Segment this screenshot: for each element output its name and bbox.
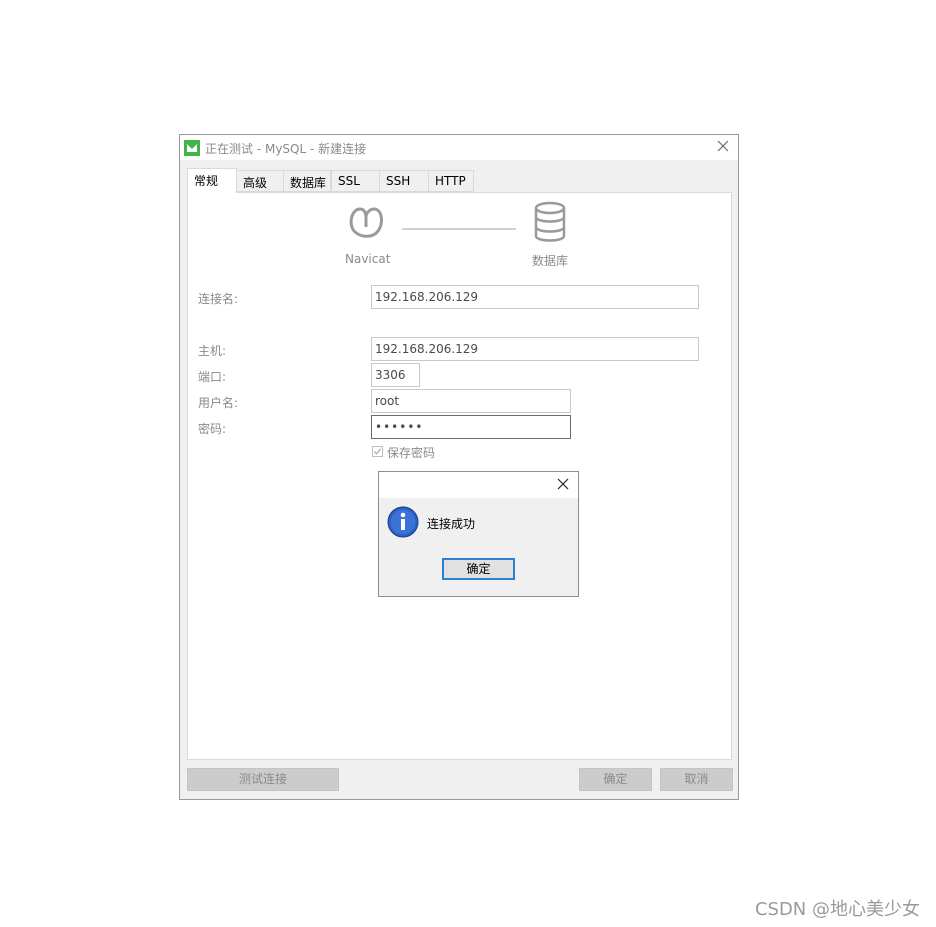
username-input[interactable]: root xyxy=(371,389,571,413)
tab-advanced[interactable]: 高级 xyxy=(236,170,284,192)
info-icon xyxy=(387,506,419,538)
navicat-app-icon xyxy=(184,140,200,156)
dialog-title-bar xyxy=(379,472,578,498)
port-input[interactable]: 3306 xyxy=(371,363,420,387)
connection-name-input[interactable]: 192.168.206.129 xyxy=(371,285,699,309)
tab-databases[interactable]: 数据库 xyxy=(283,170,331,192)
tab-ssl[interactable]: SSL xyxy=(331,170,380,192)
title-bar: 正在测试 - MySQL - 新建连接 xyxy=(180,135,738,160)
test-connection-button[interactable]: 测试连接 xyxy=(187,768,339,791)
password-label: 密码: xyxy=(198,422,227,436)
port-label: 端口: xyxy=(198,370,227,384)
dialog-message: 连接成功 xyxy=(427,517,476,531)
connection-name-label: 连接名: xyxy=(198,292,239,306)
database-label: 数据库 xyxy=(532,254,569,268)
host-input[interactable]: 192.168.206.129 xyxy=(371,337,699,361)
checkmark-icon xyxy=(374,448,382,455)
username-label: 用户名: xyxy=(198,396,239,410)
navicat-label: Navicat xyxy=(345,252,391,266)
tab-general[interactable]: 常规 xyxy=(187,168,237,193)
database-icon xyxy=(534,201,566,242)
host-label: 主机: xyxy=(198,344,227,358)
tab-http[interactable]: HTTP xyxy=(428,170,474,192)
dialog-ok-button[interactable]: 确定 xyxy=(442,558,515,580)
navicat-logo-icon xyxy=(349,207,383,238)
connection-line xyxy=(402,228,516,230)
ok-button[interactable]: 确定 xyxy=(579,768,652,791)
save-password-checkbox[interactable] xyxy=(372,446,383,457)
window-title: 正在测试 - MySQL - 新建连接 xyxy=(205,142,367,156)
dialog-close-icon[interactable] xyxy=(557,478,569,490)
tab-ssh[interactable]: SSH xyxy=(379,170,429,192)
cancel-button[interactable]: 取消 xyxy=(660,768,733,791)
password-input[interactable]: •••••• xyxy=(371,415,571,439)
save-password-label: 保存密码 xyxy=(387,446,436,460)
connection-success-dialog: 连接成功 确定 xyxy=(378,471,579,597)
close-icon[interactable] xyxy=(716,139,730,153)
dialog-body: 连接成功 xyxy=(379,498,578,596)
new-connection-window: 正在测试 - MySQL - 新建连接 常规 高级 数据库 SSL SSH HT… xyxy=(179,134,739,800)
csdn-watermark: CSDN @地心美少女 xyxy=(754,899,920,920)
